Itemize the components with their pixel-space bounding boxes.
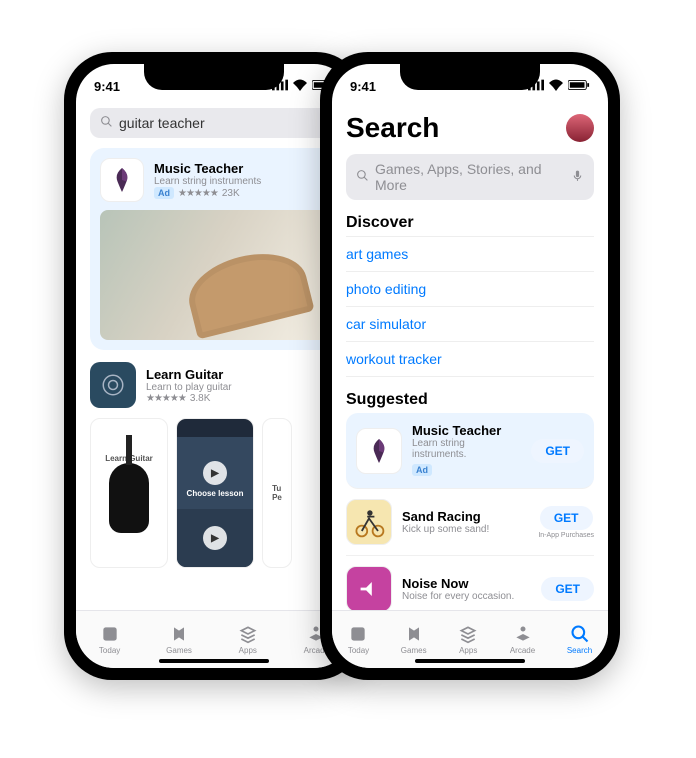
- search-value: guitar teacher: [119, 115, 205, 131]
- suggested-item[interactable]: Sand Racing Kick up some sand! GET In-Ap…: [346, 489, 594, 556]
- noise-now-icon: [346, 566, 392, 610]
- thumb-label: Choose lesson: [187, 489, 244, 498]
- sponsored-result-card[interactable]: Music Teacher Learn string instruments A…: [90, 148, 338, 350]
- play-icon: ▶: [203, 461, 227, 485]
- search-result-item[interactable]: Learn Guitar Learn to play guitar ★★★★★ …: [90, 362, 338, 408]
- screenshot-thumb[interactable]: Learn Guitar: [90, 418, 168, 568]
- search-input[interactable]: guitar teacher: [90, 108, 338, 138]
- music-teacher-icon: [356, 428, 402, 474]
- sponsored-title: Music Teacher: [154, 161, 261, 176]
- status-time: 9:41: [94, 79, 120, 94]
- tab-today[interactable]: Today: [348, 624, 369, 655]
- play-icon: ▶: [203, 526, 227, 550]
- discover-link[interactable]: workout tracker: [346, 342, 594, 377]
- tab-search[interactable]: Search: [567, 624, 592, 655]
- music-teacher-icon: [100, 158, 144, 202]
- notch: [144, 64, 284, 90]
- discover-header: Discover: [346, 214, 594, 232]
- status-time: 9:41: [350, 79, 376, 94]
- suggested-title: Sand Racing: [402, 509, 528, 524]
- phone-left-frame: 9:41 guitar teacher Mu: [64, 52, 364, 680]
- iap-label: In-App Purchases: [538, 532, 594, 539]
- screenshot-thumb[interactable]: Choose lesson ▶ ▶: [176, 418, 254, 568]
- get-button[interactable]: GET: [541, 577, 594, 601]
- ad-badge: Ad: [412, 464, 432, 476]
- tab-arcade[interactable]: Arcade: [510, 624, 535, 655]
- rating-count: 23K: [222, 188, 240, 199]
- get-button[interactable]: GET: [531, 439, 584, 463]
- sponsored-subtitle: Learn string instruments: [154, 176, 261, 187]
- suggested-subtitle: Learn string instruments.: [412, 438, 521, 460]
- search-icon: [100, 115, 113, 131]
- suggested-subtitle: Noise for every occasion.: [402, 591, 531, 602]
- screen-left: 9:41 guitar teacher Mu: [76, 64, 352, 668]
- thumb-label: Tu Pe: [272, 484, 282, 502]
- result-rating-count: 3.8K: [190, 393, 211, 404]
- phone-right-frame: 9:41 Search Games, Apps, Stories, and Mo…: [320, 52, 620, 680]
- wifi-icon: [548, 79, 564, 94]
- result-title: Learn Guitar: [146, 367, 232, 382]
- page-title: Search: [346, 112, 439, 144]
- home-indicator[interactable]: [159, 659, 269, 663]
- discover-link[interactable]: car simulator: [346, 307, 594, 342]
- home-indicator[interactable]: [415, 659, 525, 663]
- tab-today[interactable]: Today: [99, 624, 120, 655]
- tab-games[interactable]: Games: [401, 624, 427, 655]
- result-subtitle: Learn to play guitar: [146, 382, 232, 393]
- tab-apps[interactable]: Apps: [458, 624, 478, 655]
- mic-icon[interactable]: [571, 169, 584, 185]
- learn-guitar-icon: [90, 362, 136, 408]
- account-avatar[interactable]: [566, 114, 594, 142]
- wifi-icon: [292, 79, 308, 94]
- app-preview-image: [100, 210, 328, 340]
- notch: [400, 64, 540, 90]
- tab-apps[interactable]: Apps: [238, 624, 258, 655]
- tab-games[interactable]: Games: [166, 624, 192, 655]
- ad-badge: Ad: [154, 187, 174, 199]
- suggested-title: Music Teacher: [412, 423, 521, 438]
- suggested-header: Suggested: [346, 391, 594, 409]
- discover-link[interactable]: art games: [346, 236, 594, 272]
- suggested-subtitle: Kick up some sand!: [402, 524, 528, 535]
- get-button[interactable]: GET: [540, 506, 593, 530]
- screenshot-thumb[interactable]: Tu Pe: [262, 418, 292, 568]
- search-placeholder: Games, Apps, Stories, and More: [375, 161, 565, 193]
- star-rating-icon: ★★★★★: [146, 393, 186, 404]
- search-input[interactable]: Games, Apps, Stories, and More: [346, 154, 594, 200]
- suggested-item-sponsored[interactable]: Music Teacher Learn string instruments. …: [346, 413, 594, 489]
- suggested-title: Noise Now: [402, 576, 531, 591]
- screen-right: 9:41 Search Games, Apps, Stories, and Mo…: [332, 64, 608, 668]
- sand-racing-icon: [346, 499, 392, 545]
- suggested-item[interactable]: Noise Now Noise for every occasion. GET: [346, 556, 594, 610]
- search-icon: [356, 169, 369, 185]
- guitar-illustration: [109, 463, 149, 533]
- star-rating-icon: ★★★★★: [178, 188, 218, 199]
- discover-link[interactable]: photo editing: [346, 272, 594, 307]
- battery-icon: [568, 79, 590, 94]
